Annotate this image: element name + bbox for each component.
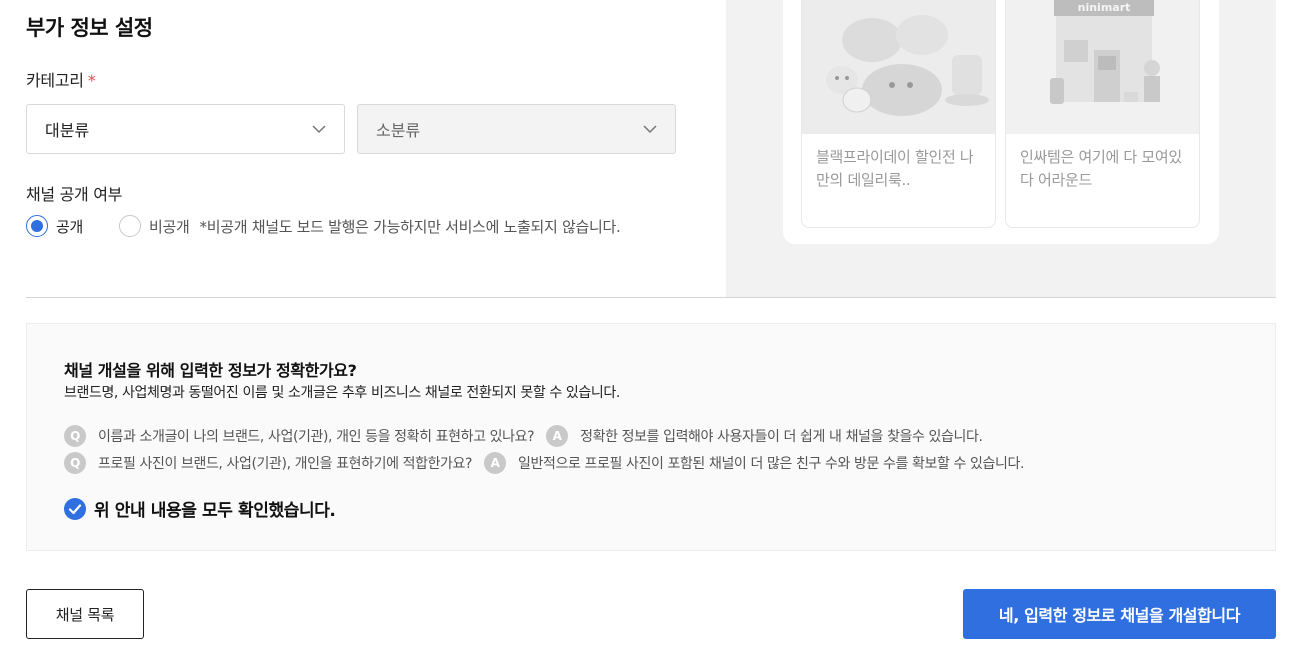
- board-caption: 인싸템은 여기에 다 모여있다 어라운드: [1020, 148, 1182, 189]
- board-thumbnail: ninimart: [1006, 0, 1199, 134]
- channel-preview-panel: 블랙프라이데이 할인전 나만의 데일리룩.. ninimart 인싸템은 여기에…: [726, 0, 1276, 297]
- confirm-title: 채널 개설을 위해 입력한 정보가 정확한가요?: [64, 361, 357, 380]
- radio-private[interactable]: [119, 215, 142, 237]
- qa-question: 이름과 소개글이 나의 브랜드, 사업(기관), 개인 등을 정확히 표현하고 …: [98, 429, 535, 445]
- qa-answer: 일반적으로 프로필 사진이 포함된 채널이 더 많은 친구 수와 방문 수를 확…: [518, 456, 1025, 472]
- category-minor-value: 소분류: [376, 121, 421, 140]
- qa-answer: 정확한 정보를 입력해야 사용자들이 더 쉽게 내 채널을 찾을수 있습니다.: [580, 429, 983, 445]
- character-illustration: [802, 0, 995, 134]
- shop-illustration: ninimart: [1006, 0, 1199, 134]
- confirm-checkbox[interactable]: 위 안내 내용을 모두 확인했습니다.: [64, 496, 336, 521]
- private-note: *비공개 채널도 보드 발행은 가능하지만 서비스에 노출되지 않습니다.: [199, 217, 621, 236]
- question-badge-icon: Q: [64, 425, 86, 447]
- radio-public-label[interactable]: 공개: [56, 216, 83, 237]
- category-major-value: 대분류: [45, 121, 90, 140]
- preview-board: ninimart 인싸템은 여기에 다 모여있다 어라운드: [1005, 0, 1200, 228]
- confirm-subtitle: 브랜드명, 사업체명과 동떨어진 이름 및 소개글은 추후 비즈니스 채널로 전…: [64, 385, 620, 401]
- chevron-down-icon: [643, 125, 657, 134]
- visibility-radio-group: 공개 비공개 *비공개 채널도 보드 발행은 가능하지만 서비스에 노출되지 않…: [26, 215, 621, 237]
- create-channel-button[interactable]: 네, 입력한 정보로 채널을 개설합니다: [963, 589, 1276, 639]
- question-badge-icon: Q: [64, 452, 86, 474]
- category-major-select[interactable]: 대분류: [26, 104, 345, 154]
- shop-sign-text: ninimart: [1078, 1, 1131, 14]
- page-title: 부가 정보 설정: [26, 16, 153, 40]
- category-label: 카테고리 *: [26, 71, 96, 90]
- qa-item: Q 이름과 소개글이 나의 브랜드, 사업(기관), 개인 등을 정확히 표현하…: [64, 425, 983, 447]
- preview-board: 블랙프라이데이 할인전 나만의 데일리룩..: [801, 0, 996, 228]
- required-mark: *: [87, 71, 96, 90]
- channel-list-button[interactable]: 채널 목록: [26, 589, 144, 639]
- qa-question: 프로필 사진이 브랜드, 사업(기관), 개인을 표현하기에 적합한가요?: [98, 456, 473, 472]
- section-divider: [26, 297, 1276, 298]
- confirm-checkbox-label[interactable]: 위 안내 내용을 모두 확인했습니다.: [94, 496, 336, 521]
- radio-public[interactable]: [26, 215, 48, 237]
- check-icon[interactable]: [64, 497, 86, 520]
- answer-badge-icon: A: [546, 425, 569, 447]
- board-thumbnail: [802, 0, 995, 134]
- qa-item: Q 프로필 사진이 브랜드, 사업(기관), 개인을 표현하기에 적합한가요? …: [64, 452, 1024, 474]
- visibility-label: 채널 공개 여부: [26, 185, 123, 204]
- board-caption: 블랙프라이데이 할인전 나만의 데일리룩..: [816, 148, 974, 189]
- preview-card: 블랙프라이데이 할인전 나만의 데일리룩.. ninimart 인싸템은 여기에…: [783, 0, 1219, 244]
- answer-badge-icon: A: [484, 452, 507, 474]
- confirm-box: 채널 개설을 위해 입력한 정보가 정확한가요? 브랜드명, 사업체명과 동떨어…: [26, 323, 1276, 551]
- category-minor-select[interactable]: 소분류: [357, 104, 676, 154]
- chevron-down-icon: [312, 125, 326, 134]
- radio-private-label[interactable]: 비공개: [149, 216, 190, 237]
